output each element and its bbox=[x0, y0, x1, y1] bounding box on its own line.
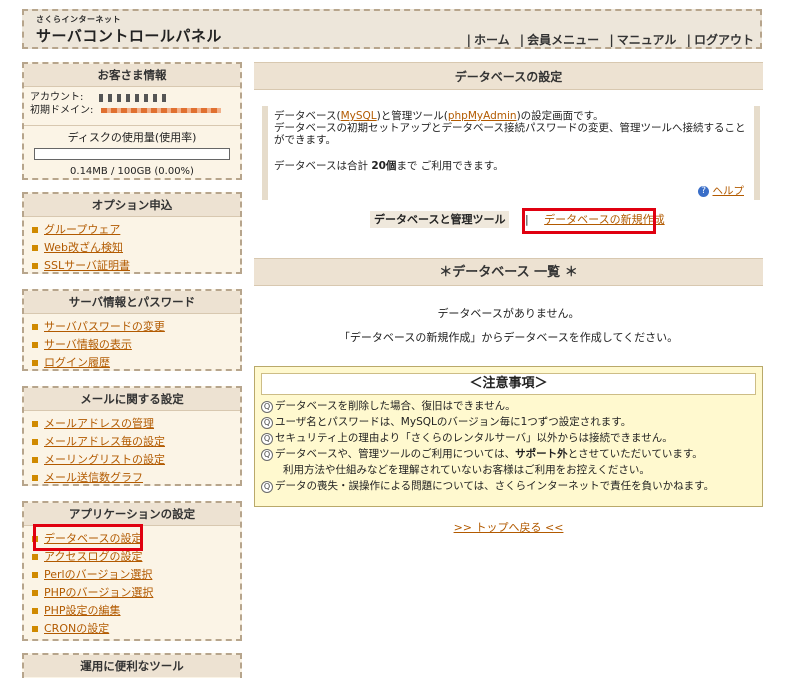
tab-database-tools[interactable]: データベースと管理ツール bbox=[370, 211, 510, 228]
customer-info-box: お客さま情報 アカウント: 初期ドメイン: ディスクの使用量(使用率) 0.14… bbox=[22, 62, 242, 180]
tools-title[interactable]: 運用に便利なツール bbox=[24, 655, 240, 677]
domain-masked bbox=[101, 108, 222, 113]
sidebar-item-perl-version[interactable]: Perlのバージョン選択 bbox=[30, 566, 234, 584]
disk-usage-value: 0.14MB / 100GB (0.00%) bbox=[70, 166, 194, 177]
notes-title: ＜注意事項＞ bbox=[261, 373, 756, 395]
desc-line-3: データベースは合計 20個まで ご利用できます。 bbox=[274, 160, 504, 172]
note-item-continued: 利用方法や仕組みなどを理解されていないお客様はご利用をお控えください。 bbox=[283, 464, 650, 476]
sidebar-item-mail-address[interactable]: メールアドレスの管理 bbox=[30, 415, 234, 433]
note-item: Q データベースを削除した場合、復旧はできません。 bbox=[261, 398, 756, 414]
mail-settings-title: メールに関する設定 bbox=[24, 388, 240, 411]
page-title: データベースの設定 bbox=[254, 62, 763, 90]
highlight-database-item bbox=[33, 524, 143, 551]
server-info-title: サーバ情報とパスワード bbox=[24, 291, 240, 314]
help-icon: ? bbox=[698, 185, 710, 197]
header: さくらインターネット サーバコントロールパネル ホーム 会員メニュー マニュアル… bbox=[22, 9, 762, 49]
back-to-top-link[interactable]: >> トップへ戻る << bbox=[454, 521, 564, 534]
sidebar-item-login-history[interactable]: ログイン履歴 bbox=[30, 354, 234, 372]
note-item: Q ユーザ名とパスワードは、MySQLのバージョン毎に1つずつ設定されます。 bbox=[261, 414, 756, 430]
customer-info-title: お客さま情報 bbox=[24, 64, 240, 87]
note-item: Q データベースや、管理ツールのご利用については、サポート外とさせていただいていま… bbox=[261, 446, 756, 462]
sidebar-item-cron[interactable]: CRONの設定 bbox=[30, 620, 234, 638]
sidebar-item-server-info[interactable]: サーバ情報の表示 bbox=[30, 336, 234, 354]
top-nav: ホーム 会員メニュー マニュアル ログアウト bbox=[461, 31, 754, 48]
desc-line-1: データベース(MySQL)と管理ツール(phpMyAdmin)の設定画面です。 bbox=[274, 110, 604, 122]
empty-message: データベースがありません。 bbox=[437, 307, 580, 320]
server-info-box: サーバ情報とパスワード サーバパスワードの変更 サーバ情報の表示 ログイン履歴 bbox=[22, 289, 242, 371]
description-panel: データベース(MySQL)と管理ツール(phpMyAdmin)の設定画面です。 … bbox=[262, 106, 760, 200]
note-item: Q データの喪失・誤操作による問題については、さくらインターネットで責任を負いかね… bbox=[261, 478, 756, 494]
desc-line-2: データベースの初期セットアップとデータベース接続パスワードの変更、管理ツールへ接… bbox=[274, 122, 746, 146]
help-link-wrap[interactable]: ? ヘルプ bbox=[698, 185, 744, 197]
sidebar-item-mail-per-address[interactable]: メールアドレス毎の設定 bbox=[30, 433, 234, 451]
note-item: Q セキュリティ上の理由より「さくらのレンタルサーバ」以外からは接続できません。 bbox=[261, 430, 756, 446]
question-icon: Q bbox=[261, 401, 273, 413]
sidebar-item-ssl[interactable]: SSLサーバ証明書 bbox=[30, 257, 234, 275]
question-icon: Q bbox=[261, 481, 273, 493]
highlight-new-database bbox=[522, 208, 656, 234]
nav-manual[interactable]: マニュアル bbox=[609, 33, 676, 47]
mysql-link[interactable]: MySQL bbox=[341, 110, 377, 122]
options-box: オプション申込 グループウェア Web改ざん検知 SSLサーバ証明書 bbox=[22, 192, 242, 274]
nav-member-menu[interactable]: 会員メニュー bbox=[520, 33, 599, 47]
notes-box: ＜注意事項＞ Q データベースを削除した場合、復旧はできません。 Q ユーザ名とパス… bbox=[254, 366, 763, 507]
phpmyadmin-link[interactable]: phpMyAdmin bbox=[448, 110, 517, 122]
account-label: アカウント: bbox=[30, 92, 84, 103]
nav-home[interactable]: ホーム bbox=[467, 33, 510, 47]
sidebar-item-mailing-list[interactable]: メーリングリストの設定 bbox=[30, 451, 234, 469]
help-link[interactable]: ヘルプ bbox=[713, 185, 745, 197]
app-settings-box: アプリケーションの設定 データベースの設定 アクセスログの設定 Perlのバージ… bbox=[22, 501, 242, 641]
brand-title[interactable]: サーバコントロールパネル bbox=[36, 25, 222, 46]
sidebar-item-php-version[interactable]: PHPのバージョン選択 bbox=[30, 584, 234, 602]
sidebar-item-php-config[interactable]: PHP設定の編集 bbox=[30, 602, 234, 620]
question-icon: Q bbox=[261, 417, 273, 429]
sidebar-item-server-password[interactable]: サーバパスワードの変更 bbox=[30, 318, 234, 336]
domain-label: 初期ドメイン: bbox=[30, 105, 94, 116]
account-masked bbox=[99, 93, 170, 102]
sidebar-item-web-tamper[interactable]: Web改ざん検知 bbox=[30, 239, 234, 257]
options-title: オプション申込 bbox=[24, 194, 240, 217]
app-settings-title: アプリケーションの設定 bbox=[24, 503, 240, 526]
brand-small: さくらインターネット bbox=[36, 15, 121, 24]
question-icon: Q bbox=[261, 433, 273, 445]
sidebar-item-mail-graph[interactable]: メール送信数グラフ bbox=[30, 469, 234, 487]
disk-usage-bar bbox=[34, 148, 230, 160]
question-icon: Q bbox=[261, 449, 273, 461]
back-to-top: >> トップへ戻る << bbox=[254, 519, 763, 535]
sidebar-item-groupware[interactable]: グループウェア bbox=[30, 221, 234, 239]
account-info: アカウント: 初期ドメイン: bbox=[24, 87, 240, 121]
database-list-title: ＊データベース 一覧 ＊ bbox=[254, 258, 763, 286]
empty-instruction: 「データベースの新規作成」からデータベースを作成してください。 bbox=[338, 331, 679, 344]
disk-usage-label: ディスクの使用量(使用率) bbox=[24, 125, 240, 145]
nav-logout[interactable]: ログアウト bbox=[687, 33, 754, 47]
mail-settings-box: メールに関する設定 メールアドレスの管理 メールアドレス毎の設定 メーリングリス… bbox=[22, 386, 242, 486]
tools-box: 運用に便利なツール bbox=[22, 653, 242, 678]
